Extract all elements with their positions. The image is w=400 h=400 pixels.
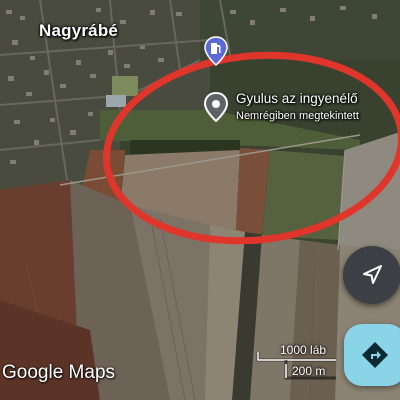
town-label: Nagyrábé xyxy=(39,21,119,40)
place-subtitle: Nemrégiben megtekintett xyxy=(236,110,359,122)
locate-button[interactable] xyxy=(343,246,400,304)
location-pin-icon[interactable] xyxy=(203,92,229,122)
directions-button[interactable] xyxy=(344,324,400,386)
scale-label-imperial: 1000 láb xyxy=(280,343,327,357)
sports-field xyxy=(112,76,138,96)
satellite-map[interactable] xyxy=(0,0,400,400)
fuel-station-icon[interactable] xyxy=(203,36,229,66)
directions-icon xyxy=(362,342,388,368)
navigation-arrow-icon xyxy=(363,265,382,284)
google-maps-logo: Google Maps xyxy=(2,362,116,383)
place-title[interactable]: Gyulus az ingyenélő xyxy=(236,91,358,106)
scale-bar: 1000 láb 200 m xyxy=(256,342,340,382)
scale-label-metric: 200 m xyxy=(292,364,326,378)
